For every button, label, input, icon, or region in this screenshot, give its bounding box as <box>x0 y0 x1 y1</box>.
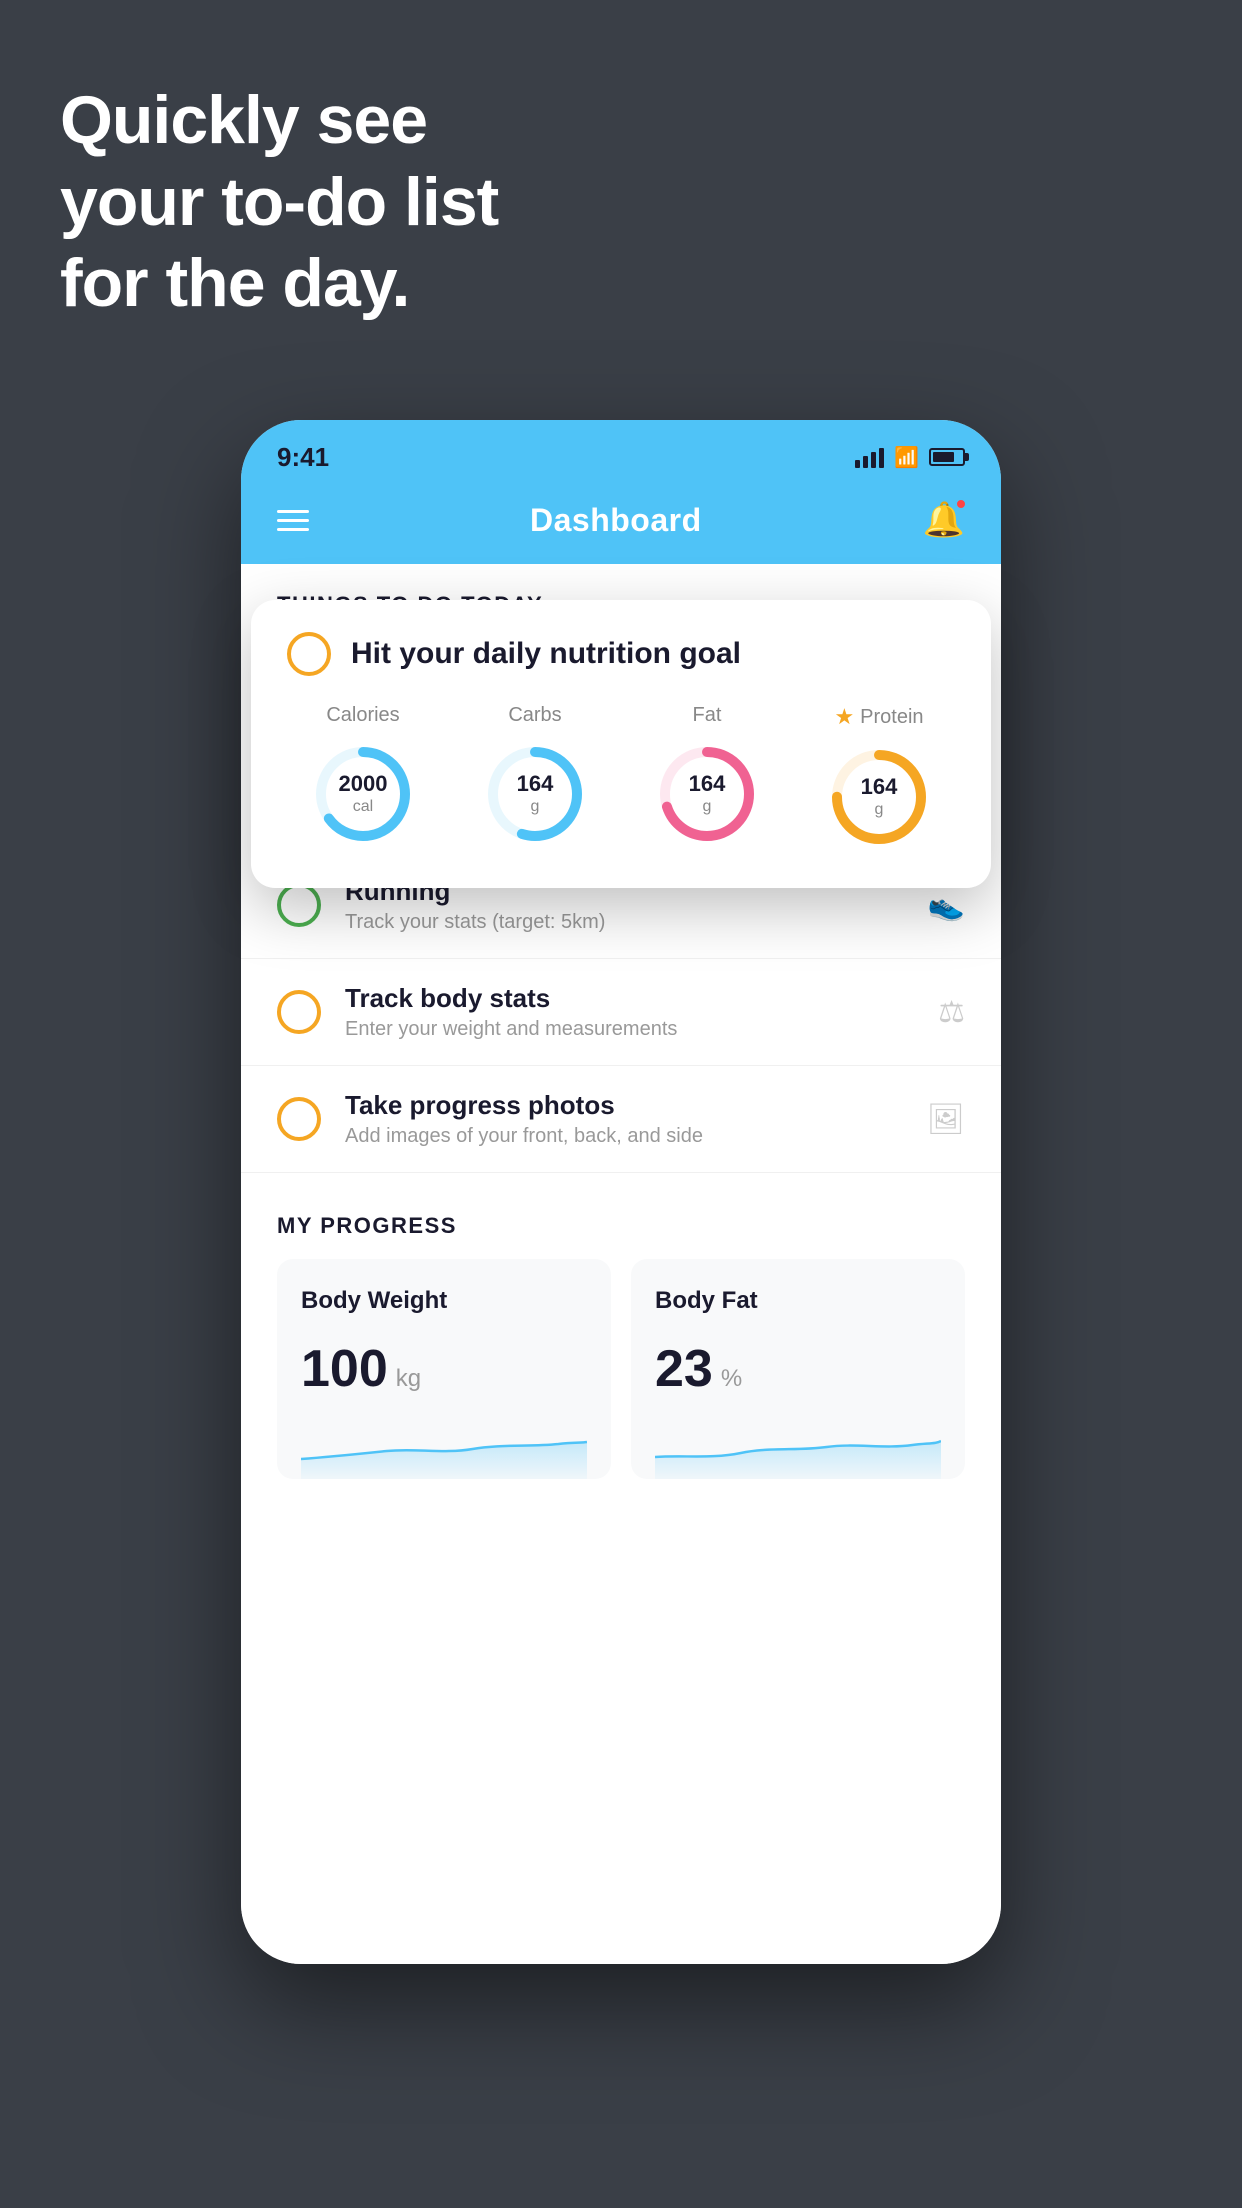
calories-label: Calories <box>326 704 399 727</box>
carbs-unit: g <box>517 798 554 817</box>
body-fat-number: 23 <box>655 1339 713 1399</box>
calories-donut: 2000 cal <box>308 739 418 849</box>
checkbox-progress-photos[interactable] <box>277 1097 321 1141</box>
header-title: Dashboard <box>530 502 702 539</box>
progress-cards: Body Weight 100 kg <box>277 1259 965 1479</box>
menu-button[interactable] <box>277 510 309 531</box>
todo-list: Running Track your stats (target: 5km) 👟… <box>241 852 1001 1173</box>
status-time: 9:41 <box>277 442 329 473</box>
calories-unit: cal <box>339 798 388 817</box>
nutrition-grid: Calories 2000 cal Carbs <box>287 704 955 852</box>
progress-title: MY PROGRESS <box>277 1213 965 1239</box>
headline-line1: Quickly see <box>60 82 427 158</box>
star-icon: ★ <box>834 704 854 730</box>
protein-donut: 164 g <box>824 742 934 852</box>
headline-line2: your to-do list <box>60 164 498 240</box>
todo-subtitle-track-body: Enter your weight and measurements <box>345 1018 914 1041</box>
carbs-value: 164 <box>517 771 554 797</box>
fat-text: 164 g <box>689 771 726 817</box>
calories-item: Calories 2000 cal <box>287 704 439 852</box>
body-weight-number: 100 <box>301 1339 388 1399</box>
body-weight-unit: kg <box>396 1365 421 1393</box>
list-item[interactable]: Take progress photos Add images of your … <box>241 1066 1001 1173</box>
wifi-icon: 📶 <box>894 445 919 470</box>
body-fat-unit: % <box>721 1365 742 1393</box>
checkbox-track-body[interactable] <box>277 990 321 1034</box>
todo-text-progress-photos: Take progress photos Add images of your … <box>345 1090 903 1148</box>
todo-title-track-body: Track body stats <box>345 983 914 1014</box>
photo-icon: 🖼 <box>927 1102 965 1137</box>
app-header: Dashboard 🔔 <box>241 480 1001 564</box>
fat-label: Fat <box>693 704 722 727</box>
protein-label-text: Protein <box>860 706 923 729</box>
calories-value: 2000 <box>339 771 388 797</box>
shoe-icon: 👟 <box>928 888 965 923</box>
body-fat-value-container: 23 % <box>655 1339 941 1399</box>
protein-text: 164 g <box>861 774 898 820</box>
status-bar: 9:41 📶 <box>241 420 1001 480</box>
calories-text: 2000 cal <box>339 771 388 817</box>
body-fat-chart <box>655 1419 941 1479</box>
notification-bell-button[interactable]: 🔔 <box>923 500 965 540</box>
protein-item: ★ Protein 164 g <box>803 704 955 852</box>
list-item[interactable]: Track body stats Enter your weight and m… <box>241 959 1001 1066</box>
body-weight-value-container: 100 kg <box>301 1339 587 1399</box>
protein-label: ★ Protein <box>834 704 923 730</box>
fat-donut: 164 g <box>652 739 762 849</box>
battery-icon <box>929 448 965 466</box>
carbs-item: Carbs 164 g <box>459 704 611 852</box>
nutrition-card: Hit your daily nutrition goal Calories 2… <box>251 600 991 888</box>
body-weight-card: Body Weight 100 kg <box>277 1259 611 1479</box>
fat-value: 164 <box>689 771 726 797</box>
body-fat-card: Body Fat 23 % <box>631 1259 965 1479</box>
nutrition-card-title: Hit your daily nutrition goal <box>351 637 741 671</box>
todo-subtitle-progress-photos: Add images of your front, back, and side <box>345 1125 903 1148</box>
nutrition-checkbox[interactable] <box>287 632 331 676</box>
signal-icon <box>855 446 884 468</box>
headline-text: Quickly see your to-do list for the day. <box>60 80 498 325</box>
fat-unit: g <box>689 798 726 817</box>
fat-item: Fat 164 g <box>631 704 783 852</box>
body-fat-label: Body Fat <box>655 1287 941 1315</box>
body-weight-chart <box>301 1419 587 1479</box>
todo-title-progress-photos: Take progress photos <box>345 1090 903 1121</box>
notification-dot <box>955 498 967 510</box>
checkbox-running[interactable] <box>277 883 321 927</box>
carbs-label: Carbs <box>508 704 561 727</box>
scale-icon: ⚖ <box>938 995 965 1030</box>
card-header: Hit your daily nutrition goal <box>287 632 955 676</box>
progress-section: MY PROGRESS Body Weight 100 kg <box>241 1173 1001 1499</box>
todo-text-track-body: Track body stats Enter your weight and m… <box>345 983 914 1041</box>
headline-line3: for the day. <box>60 245 409 321</box>
status-icons: 📶 <box>855 445 965 470</box>
protein-unit: g <box>861 801 898 820</box>
carbs-donut: 164 g <box>480 739 590 849</box>
todo-subtitle-running: Track your stats (target: 5km) <box>345 911 904 934</box>
carbs-text: 164 g <box>517 771 554 817</box>
protein-value: 164 <box>861 774 898 800</box>
body-weight-label: Body Weight <box>301 1287 587 1315</box>
